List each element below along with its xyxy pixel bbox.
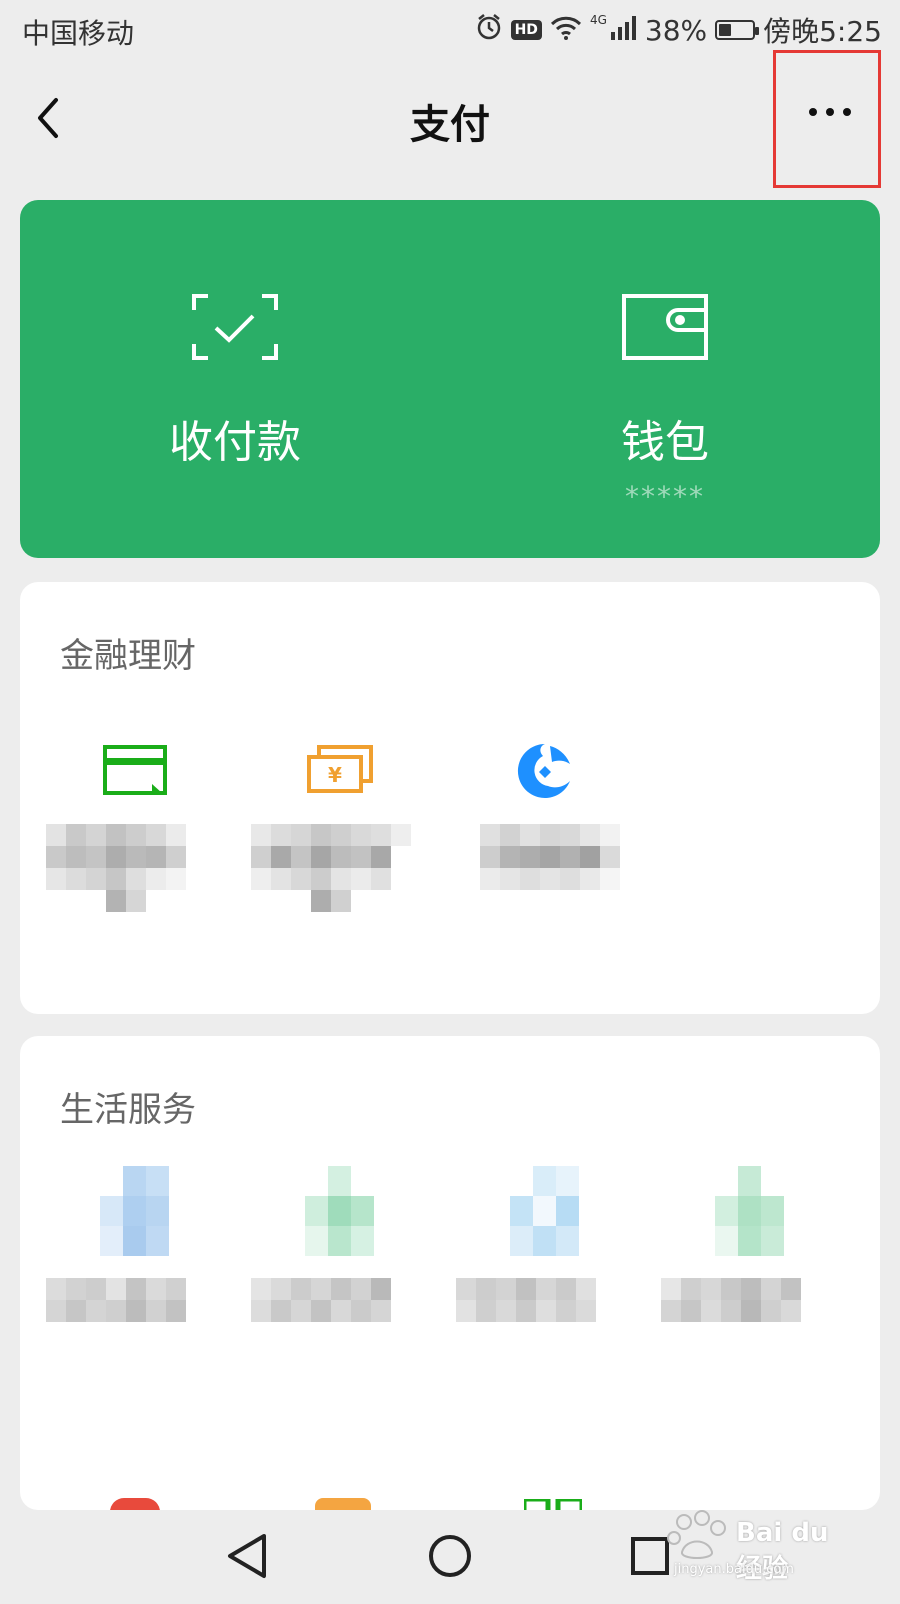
more-button[interactable] <box>773 50 881 188</box>
status-icons: HD 4G 38% 傍晚5:25 <box>475 10 882 50</box>
wifi-icon <box>550 14 582 47</box>
page-title: 支付 <box>410 102 490 148</box>
svg-text:¥: ¥ <box>328 763 342 787</box>
life-service-item[interactable] <box>440 1166 650 1366</box>
battery-percent: 38% <box>644 13 708 47</box>
baidu-watermark: Bai du 经验 jingyan.baidu.com <box>664 1508 854 1588</box>
nav-bar: 支付 <box>0 50 900 188</box>
wallet-icon <box>622 294 708 360</box>
signal-icon <box>610 14 637 47</box>
system-home-button[interactable] <box>400 1510 500 1600</box>
receive-pay-button[interactable]: 收付款 <box>20 200 450 558</box>
blurred-label <box>661 1278 821 1322</box>
paw-logo-icon <box>667 1510 726 1559</box>
fund-icon <box>517 743 570 798</box>
battery-icon <box>715 20 760 40</box>
receive-pay-label: 收付款 <box>169 417 301 468</box>
blurred-icon <box>100 1166 169 1256</box>
finance-title: 金融理财 <box>60 636 196 676</box>
life-title: 生活服务 <box>60 1090 196 1130</box>
finance-item[interactable] <box>30 732 240 932</box>
wallet-balance-hidden: ***** <box>625 480 705 513</box>
alarm-icon <box>475 13 503 48</box>
blurred-icon <box>510 1166 579 1256</box>
scan-check-icon <box>192 294 278 360</box>
finance-item[interactable] <box>440 732 650 932</box>
pay-wallet-card: 收付款 钱包 ***** <box>20 200 880 558</box>
finance-item[interactable]: ¥ <box>235 732 445 932</box>
blurred-label <box>251 1278 411 1322</box>
blurred-icon <box>715 1166 784 1256</box>
system-back-button[interactable] <box>200 1510 300 1600</box>
blurred-icon <box>305 1166 374 1256</box>
finance-section: 金融理财 ¥ <box>20 582 880 1014</box>
battery-fill <box>719 24 732 36</box>
blurred-label <box>456 1278 616 1322</box>
wallet-label: 钱包 <box>621 417 709 468</box>
wallet-button[interactable]: 钱包 ***** <box>450 200 880 558</box>
network-type: 4G <box>589 13 607 27</box>
circle-home-icon <box>429 1535 471 1577</box>
triangle-back-icon <box>228 1534 266 1578</box>
blurred-label <box>480 824 640 890</box>
credit-card-icon <box>103 745 167 795</box>
wealth-icon: ¥ <box>307 745 373 793</box>
hd-badge: HD <box>510 20 542 40</box>
life-service-item[interactable] <box>645 1166 855 1366</box>
life-service-item[interactable] <box>235 1166 445 1366</box>
more-dots-icon <box>809 108 851 116</box>
blurred-label <box>46 1278 206 1322</box>
carrier-name: 中国移动 <box>22 17 135 50</box>
blurred-label <box>251 824 411 912</box>
watermark-url: jingyan.baidu.com <box>674 1562 794 1577</box>
blurred-label <box>46 824 206 912</box>
status-bar: 中国移动 HD 4G 38% 傍晚5:25 <box>0 0 900 62</box>
life-service-item[interactable] <box>30 1166 240 1366</box>
clock: 傍晚5:25 <box>763 15 882 48</box>
life-services-section: 生活服务 <box>20 1036 880 1510</box>
